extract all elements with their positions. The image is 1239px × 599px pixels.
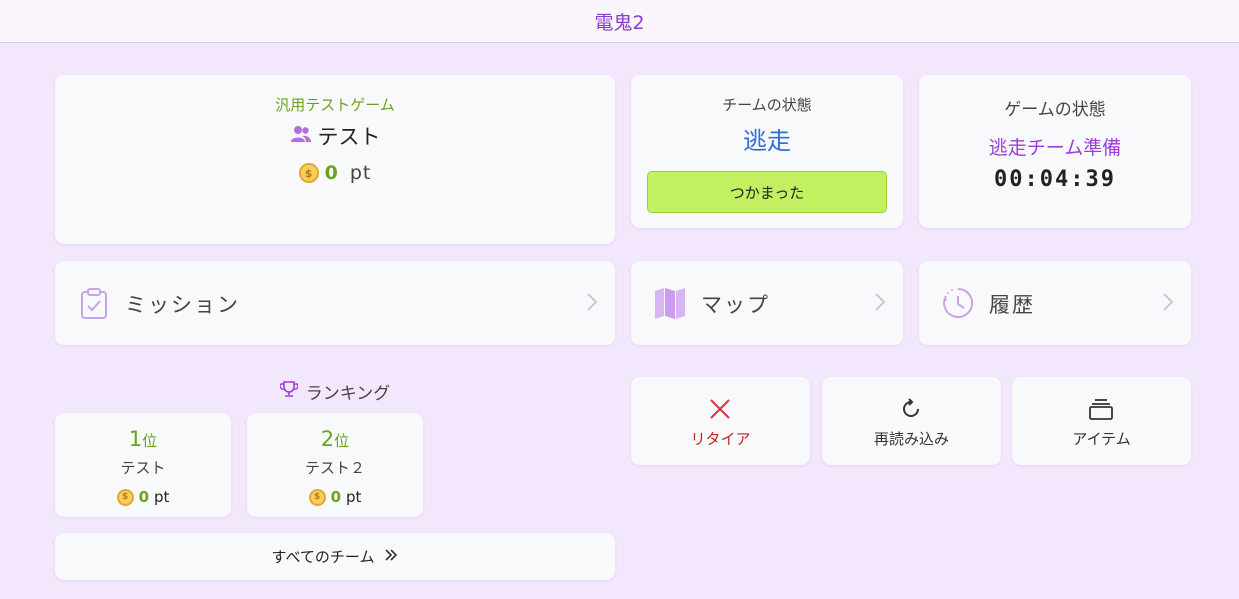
rank-position: 1位	[55, 427, 231, 451]
game-name: 汎用テストゲーム	[275, 96, 395, 114]
box-stack-icon	[1089, 397, 1113, 421]
all-teams-label: すべてのチーム	[271, 548, 375, 566]
clock-icon	[941, 286, 975, 320]
rank-points-unit: pt	[154, 488, 170, 506]
points-unit: pt	[349, 162, 372, 184]
app-header: 電鬼2	[0, 0, 1239, 43]
ranking-entry: 1位 テスト $ 0 pt	[55, 413, 231, 517]
map-nav[interactable]: マップ	[631, 261, 903, 345]
history-label: 履歴	[989, 293, 1035, 317]
mission-nav[interactable]: ミッション	[55, 261, 615, 345]
trophy-icon	[279, 380, 299, 403]
rank-number: 1	[128, 427, 143, 451]
chevron-double-right-icon	[384, 548, 398, 566]
team-card: 汎用テストゲーム テスト $ 0 pt	[55, 75, 615, 244]
rank-suffix: 位	[142, 432, 158, 450]
team-line: テスト	[55, 121, 615, 151]
team-status-label: チームの状態	[722, 96, 812, 114]
app-title: 電鬼2	[594, 11, 645, 34]
rank-points-unit: pt	[346, 488, 362, 506]
reload-label: 再読み込み	[873, 430, 949, 448]
x-icon	[708, 397, 732, 421]
chevron-right-icon	[873, 291, 887, 313]
clipboard-check-icon	[77, 286, 111, 320]
rank-points: $ 0 pt	[55, 488, 231, 506]
ranking-title: ランキング	[55, 379, 615, 404]
ranking-entry: 2位 テスト２ $ 0 pt	[247, 413, 423, 517]
chevron-right-icon	[585, 291, 599, 313]
map-icon	[653, 286, 687, 320]
mission-label: ミッション	[125, 293, 240, 317]
coin-icon: $	[298, 163, 319, 183]
team-points: $ 0 pt	[55, 162, 615, 184]
game-status-label: ゲームの状態	[1004, 100, 1106, 120]
history-nav[interactable]: 履歴	[919, 261, 1191, 345]
game-phase: 逃走チーム準備	[988, 137, 1122, 159]
all-teams-button[interactable]: すべてのチーム	[55, 533, 615, 580]
rank-number: 2	[320, 427, 335, 451]
rank-points-value: 0	[330, 488, 342, 506]
coin-icon: $	[308, 488, 326, 506]
team-name: テスト	[317, 125, 381, 149]
rank-suffix: 位	[334, 432, 350, 450]
retire-button[interactable]: リタイア	[631, 377, 810, 465]
item-button[interactable]: アイテム	[1012, 377, 1191, 465]
ranking-label: ランキング	[305, 384, 391, 404]
team-status-value: 逃走	[743, 127, 791, 155]
team-status-card: チームの状態 逃走 つかまった	[631, 75, 903, 228]
game-timer: 00:04:39	[994, 167, 1116, 192]
rank-team-name: テスト２	[304, 459, 365, 477]
coin-icon: $	[116, 488, 134, 506]
retire-label: リタイア	[690, 430, 751, 448]
rank-points-value: 0	[138, 488, 150, 506]
chevron-right-icon	[1161, 291, 1175, 313]
reload-button[interactable]: 再読み込み	[822, 377, 1001, 465]
users-icon	[290, 125, 312, 147]
rank-points: $ 0 pt	[247, 488, 423, 506]
rank-team-name: テスト	[120, 459, 166, 477]
caught-button[interactable]: つかまった	[647, 171, 887, 213]
item-label: アイテム	[1072, 430, 1131, 448]
rank-position: 2位	[247, 427, 423, 451]
points-value: 0	[324, 162, 338, 184]
map-label: マップ	[701, 293, 770, 317]
game-status-card: ゲームの状態 逃走チーム準備 00:04:39	[919, 75, 1191, 228]
refresh-icon	[899, 397, 923, 421]
